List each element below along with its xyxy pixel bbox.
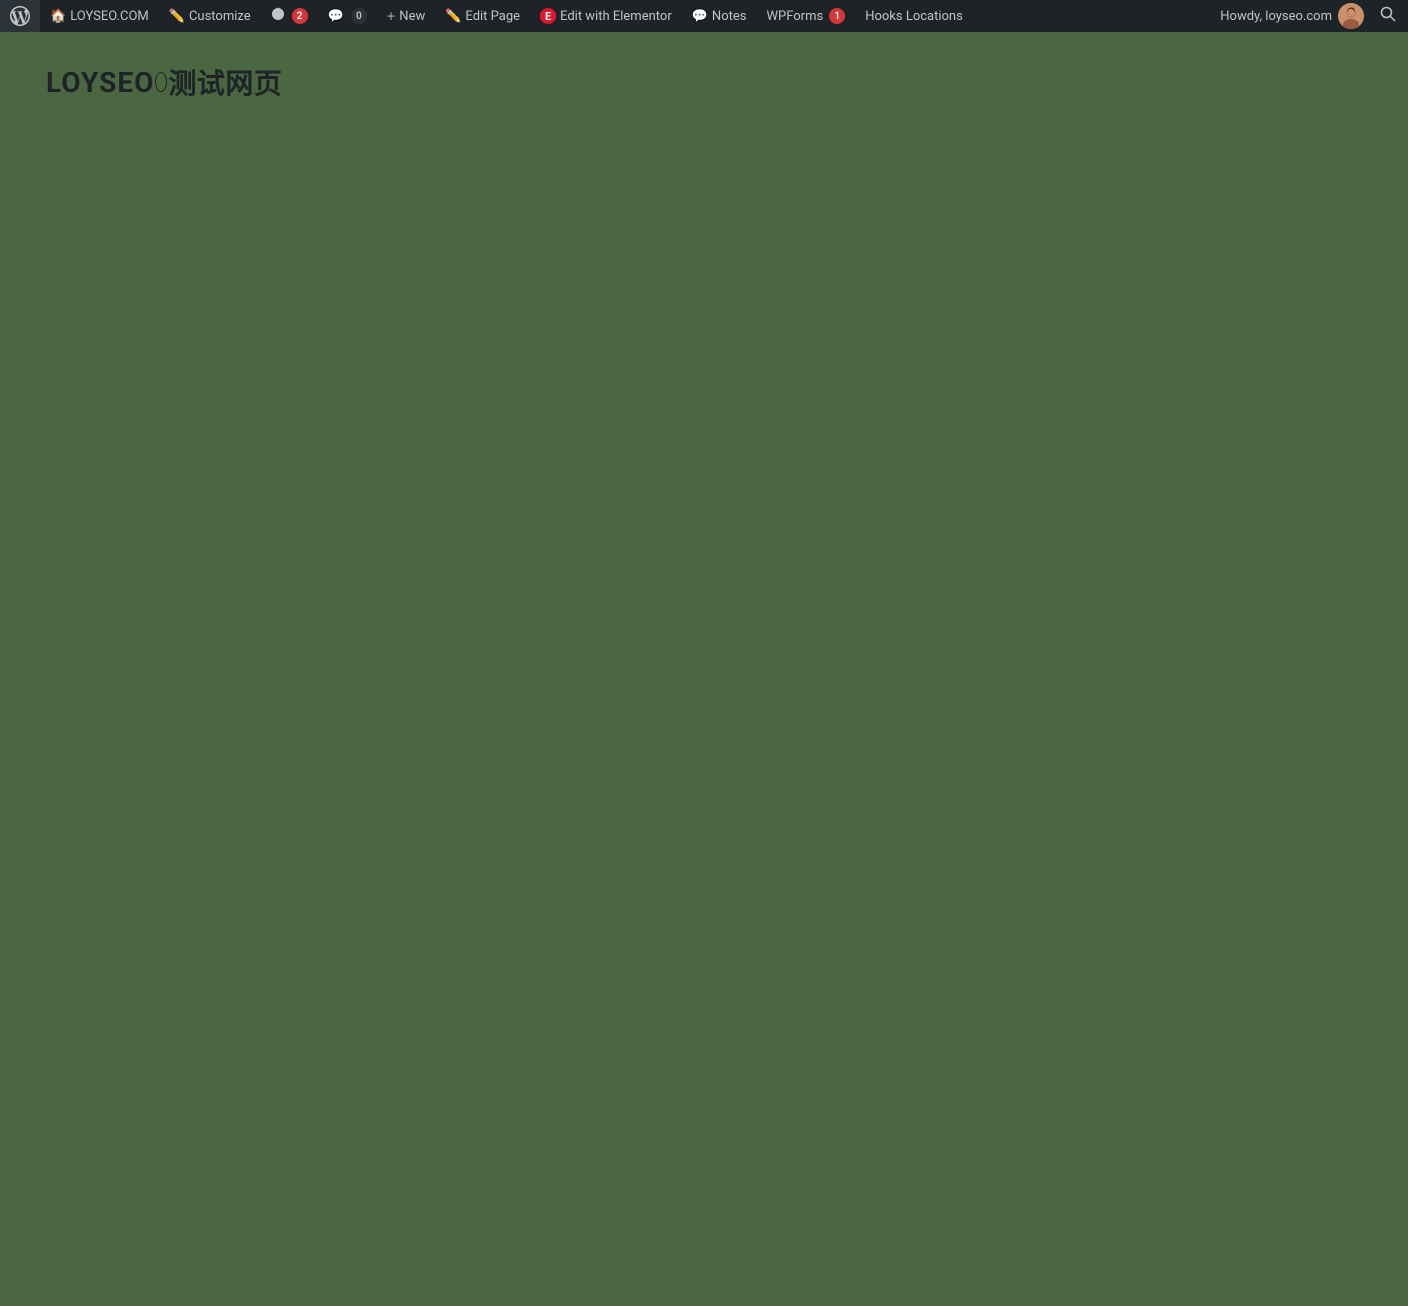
wpforms-label: WPForms — [766, 9, 823, 24]
site-name-label: LOYSEO.COM — [70, 9, 149, 24]
cursor-circle — [155, 72, 167, 92]
wp-logo-icon — [10, 6, 30, 26]
edit-page-label: Edit Page — [465, 9, 520, 24]
edit-elementor-label: Edit with Elementor — [560, 9, 672, 24]
site-title: LOYSEO 测试网页 — [46, 62, 1408, 102]
howdy-text: Howdy, loyseo.com — [1220, 9, 1332, 24]
search-icon — [1380, 6, 1396, 26]
avatar — [1338, 3, 1364, 29]
notes-item[interactable]: 💬 Notes — [682, 0, 757, 32]
edit-page-icon: ✏️ — [445, 9, 461, 24]
search-button[interactable] — [1372, 0, 1404, 32]
site-name-item[interactable]: 🏠 LOYSEO.COM — [40, 0, 159, 32]
edit-elementor-item[interactable]: E Edit with Elementor — [530, 0, 682, 32]
comments-icon: 💬 — [328, 9, 344, 24]
updates-count: 2 — [292, 8, 308, 24]
admin-bar: 🏠 LOYSEO.COM ✏️ Customize 2 💬 0 + New — [0, 0, 1408, 32]
updates-item[interactable]: 2 — [261, 0, 318, 32]
customize-item[interactable]: ✏️ Customize — [159, 0, 261, 32]
notes-label: Notes — [712, 9, 747, 24]
house-icon: 🏠 — [50, 9, 66, 24]
site-title-latin: LOYSEO — [46, 66, 154, 99]
adminbar-left-items: 🏠 LOYSEO.COM ✏️ Customize 2 💬 0 + New — [0, 0, 1212, 32]
customize-icon: ✏️ — [169, 9, 185, 24]
site-title-chinese: 测试网页 — [168, 62, 282, 102]
updates-icon — [271, 7, 285, 25]
comments-item[interactable]: 💬 0 — [318, 0, 377, 32]
hooks-label: Hooks Locations — [865, 9, 963, 24]
wpforms-badge: 1 — [829, 8, 845, 24]
notes-icon: 💬 — [692, 9, 708, 24]
wpforms-item[interactable]: WPForms 1 — [756, 0, 855, 32]
adminbar-right: Howdy, loyseo.com — [1212, 0, 1408, 32]
elementor-icon: E — [540, 8, 556, 24]
comments-count: 0 — [351, 8, 367, 24]
avatar-image — [1338, 3, 1364, 29]
new-item[interactable]: + New — [377, 0, 435, 32]
main-content: LOYSEO 测试网页 — [0, 32, 1408, 1274]
new-label: New — [399, 9, 425, 24]
avatar-svg — [1338, 3, 1364, 29]
hooks-item[interactable]: Hooks Locations — [855, 0, 973, 32]
customize-label: Customize — [189, 9, 251, 24]
wp-logo-item[interactable] — [0, 0, 40, 32]
howdy-item[interactable]: Howdy, loyseo.com — [1212, 0, 1372, 32]
edit-page-item[interactable]: ✏️ Edit Page — [435, 0, 530, 32]
new-icon: + — [387, 7, 395, 25]
